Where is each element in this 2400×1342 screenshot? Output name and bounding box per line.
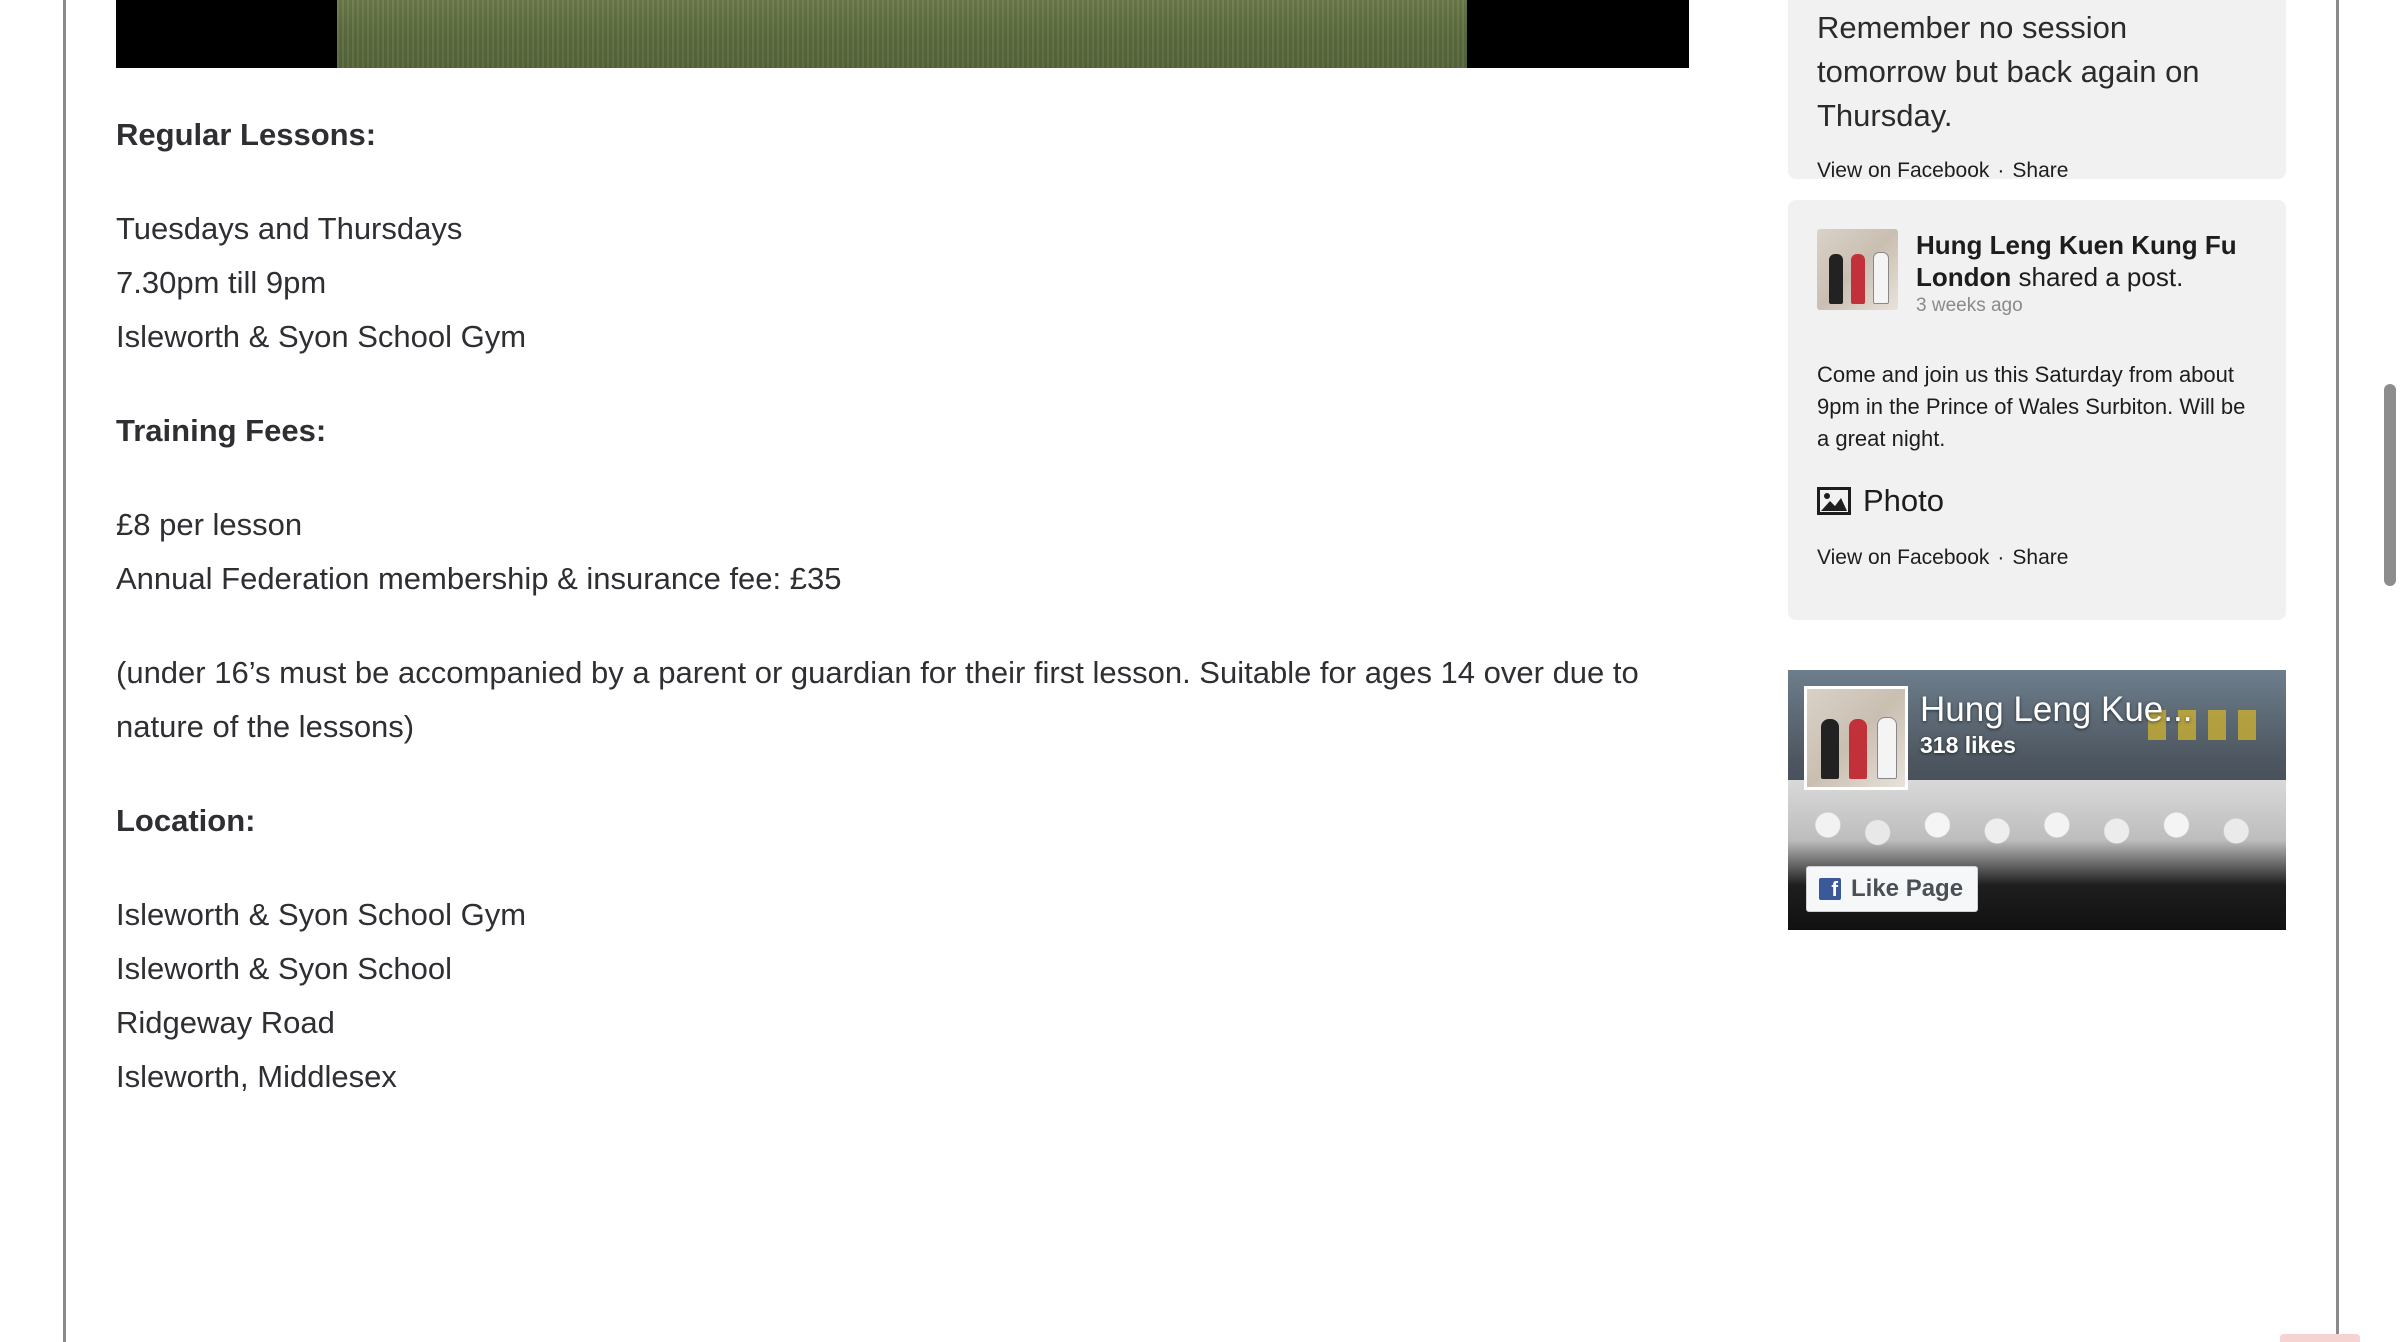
main-content: Regular Lessons: Tuesdays and Thursdays … (116, 108, 1696, 1104)
share-link[interactable]: Share (2012, 546, 2068, 569)
like-page-button[interactable]: f Like Page (1806, 866, 1979, 912)
page: Regular Lessons: Tuesdays and Thursdays … (0, 0, 2400, 1342)
corner-widget[interactable] (2280, 1334, 2360, 1342)
post-meta: Hung Leng Kuen Kung Fu London shared a p… (1916, 229, 2257, 319)
training-fees-heading: Training Fees: (116, 413, 327, 448)
share-link[interactable]: Share (2012, 159, 2068, 182)
view-on-facebook-link[interactable]: View on Facebook (1817, 546, 1989, 569)
scrollbar-track[interactable] (2380, 0, 2400, 1342)
location-line: Isleworth, Middlesex (116, 1059, 397, 1094)
post-text: Remember no session tomorrow but back ag… (1817, 10, 2200, 133)
location-heading: Location: (116, 803, 256, 838)
scrollbar-thumb[interactable] (2384, 384, 2396, 586)
header-image (116, 0, 1689, 68)
post-text: Come and join us this Saturday from abou… (1817, 362, 2246, 451)
facebook-icon: f (1819, 878, 1841, 900)
facebook-page-plugin[interactable]: Hung Leng Kue... 318 likes f Like Page (1788, 670, 2286, 930)
page-likes-count: 318 likes (1920, 732, 2016, 758)
facebook-post-card: Remember no session tomorrow but back ag… (1788, 0, 2286, 182)
separator-dot: · (1997, 546, 2005, 569)
avatar[interactable] (1817, 229, 1898, 310)
location-line: Isleworth & Syon School (116, 951, 453, 986)
header-image-grass (337, 0, 1467, 68)
schedule-days: Tuesdays and Thursdays (116, 211, 463, 246)
fee-annual: Annual Federation membership & insurance… (116, 561, 842, 596)
post-actions: View on Facebook · Share (1817, 543, 2257, 573)
schedule-time: 7.30pm till 9pm (116, 265, 327, 300)
photo-label: Photo (1863, 483, 1945, 518)
fee-per-lesson: £8 per lesson (116, 507, 303, 542)
like-page-label: Like Page (1851, 875, 1964, 902)
page-profile-picture[interactable] (1804, 686, 1908, 790)
regular-lessons-heading: Regular Lessons: (116, 117, 377, 152)
photo-icon (1817, 487, 1851, 515)
facebook-post-card: Hung Leng Kuen Kung Fu London shared a p… (1788, 200, 2286, 620)
schedule-venue: Isleworth & Syon School Gym (116, 319, 527, 354)
post-actions: View on Facebook · Share (1817, 156, 2257, 186)
post-timestamp[interactable]: 3 weeks ago (1916, 293, 2257, 319)
photo-link[interactable]: Photo (1817, 483, 2257, 519)
location-line: Isleworth & Syon School Gym (116, 897, 527, 932)
post-action-text: shared a post. (2018, 262, 2184, 292)
separator-dot: · (1997, 159, 2005, 182)
view-on-facebook-link[interactable]: View on Facebook (1817, 159, 1989, 182)
age-note: (under 16’s must be accompanied by a par… (116, 655, 1639, 744)
location-line: Ridgeway Road (116, 1005, 335, 1040)
page-name-link[interactable]: Hung Leng Kue... (1920, 690, 2192, 730)
content-frame-left-border (63, 0, 66, 1342)
post-header: Hung Leng Kuen Kung Fu London shared a p… (1817, 229, 2257, 319)
content-frame-right-border (2336, 0, 2339, 1342)
